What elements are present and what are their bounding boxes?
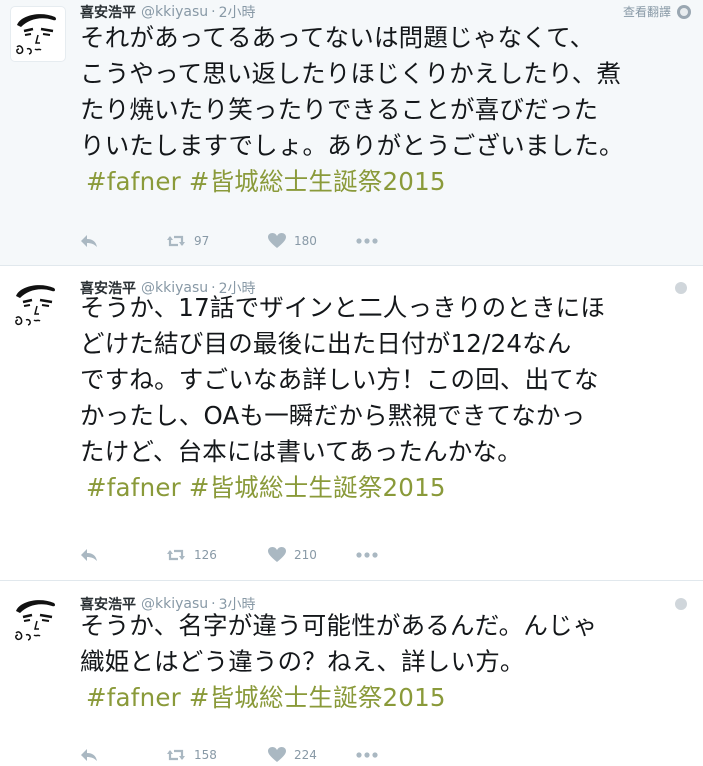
like-count: 180 bbox=[294, 234, 317, 248]
reply-icon bbox=[81, 235, 97, 247]
hashtags: #fafner #皆城総士生誕祭2015 bbox=[80, 164, 689, 200]
globe-icon bbox=[677, 4, 691, 19]
like-count: 224 bbox=[294, 748, 317, 762]
tweet-text-line: かったし、OAも一瞬だから黙視できてなかっ bbox=[80, 401, 586, 430]
hashtag-link[interactable]: #fafner bbox=[86, 473, 181, 502]
translate-button[interactable]: 查看翻譯 bbox=[623, 3, 691, 20]
like-button[interactable]: 180 bbox=[268, 233, 348, 249]
reply-button[interactable] bbox=[80, 748, 98, 762]
retweet-icon bbox=[167, 235, 185, 247]
heart-icon bbox=[268, 233, 286, 248]
retweet-button[interactable]: 158 bbox=[166, 748, 246, 762]
reply-icon bbox=[81, 549, 97, 561]
tweet[interactable]: 喜安浩平 @kkiyasu · 2小時 そうか、17話でザインと二人っきりのとき… bbox=[0, 266, 703, 581]
more-button[interactable] bbox=[356, 238, 378, 244]
more-button[interactable] bbox=[356, 752, 378, 758]
retweet-icon bbox=[167, 549, 185, 561]
like-count: 210 bbox=[294, 548, 317, 562]
tweet[interactable]: 喜安浩平 @kkiyasu · 2小時 查看翻譯 それがあってるあってないは問題… bbox=[0, 0, 703, 266]
heart-icon bbox=[268, 747, 286, 762]
hashtag-link[interactable]: #fafner bbox=[86, 167, 181, 196]
tweet-text-line: こうやって思い返したりほじくりかえしたり、煮 bbox=[80, 59, 622, 88]
tweet-text: それがあってるあってないは問題じゃなくて、 こうやって思い返したりほじくりかえし… bbox=[80, 20, 689, 200]
retweet-button[interactable]: 126 bbox=[166, 548, 246, 562]
tweet-text: そうか、名字が違う可能性があるんだ。んじゃ 織姫とはどう違うの？ねえ、詳しい方。… bbox=[80, 608, 689, 716]
retweet-count: 126 bbox=[194, 548, 217, 562]
avatar[interactable] bbox=[10, 6, 66, 62]
retweet-icon bbox=[167, 749, 185, 761]
hashtag-link[interactable]: #fafner bbox=[86, 683, 181, 712]
retweet-count: 97 bbox=[194, 234, 210, 248]
author-name[interactable]: 喜安浩平 bbox=[80, 2, 136, 22]
translate-label[interactable]: 查看翻譯 bbox=[623, 3, 671, 20]
reply-icon bbox=[81, 749, 97, 761]
reply-button[interactable] bbox=[80, 234, 98, 248]
tweet-text: そうか、17話でザインと二人っきりのときにほ どけた結び目の最後に出た日付が12… bbox=[80, 290, 689, 506]
timestamp[interactable]: 2小時 bbox=[219, 2, 256, 22]
tweet-header: 喜安浩平 @kkiyasu · 2小時 bbox=[80, 2, 703, 22]
hashtags: #fafner #皆城総士生誕祭2015 bbox=[80, 470, 689, 506]
hashtag-link[interactable]: #皆城総士生誕祭2015 bbox=[189, 683, 446, 712]
more-icon bbox=[356, 552, 378, 558]
tweet-text-line: たり焼いたり笑ったりできることが喜びだった bbox=[80, 95, 599, 124]
tweet-actions: 126 210 bbox=[80, 544, 418, 566]
tweet-text-line: それがあってるあってないは問題じゃなくて、 bbox=[80, 23, 595, 52]
tweet-actions: 97 180 bbox=[80, 230, 418, 252]
tweet-text-line: たけど、台本には書いてあったんかな。 bbox=[80, 437, 522, 466]
avatar-drawing bbox=[16, 14, 57, 55]
like-button[interactable]: 224 bbox=[268, 747, 348, 763]
more-button[interactable] bbox=[356, 552, 378, 558]
like-button[interactable]: 210 bbox=[268, 547, 348, 563]
tweet-text-line: どけた結び目の最後に出た日付が12/24なん bbox=[80, 329, 572, 358]
tweet[interactable]: 喜安浩平 @kkiyasu · 3小時 そうか、名字が違う可能性があるんだ。んじ… bbox=[0, 581, 703, 763]
hashtag-link[interactable]: #皆城総士生誕祭2015 bbox=[189, 167, 446, 196]
avatar-drawing bbox=[15, 285, 56, 326]
tweet-text-line: りいたしますでしょ。ありがとうございました。 bbox=[80, 131, 624, 160]
avatar[interactable] bbox=[10, 278, 66, 334]
separator: · bbox=[211, 4, 216, 20]
author-username[interactable]: @kkiyasu bbox=[141, 4, 208, 20]
tweet-text-line: ですね。すごいなあ詳しい方！この回、出てな bbox=[80, 365, 599, 394]
heart-icon bbox=[268, 547, 286, 562]
tweet-text-line: 織姫とはどう違うの？ねえ、詳しい方。 bbox=[80, 647, 525, 676]
hashtags: #fafner #皆城総士生誕祭2015 bbox=[80, 680, 689, 716]
more-icon bbox=[356, 752, 378, 758]
reply-button[interactable] bbox=[80, 548, 98, 562]
retweet-button[interactable]: 97 bbox=[166, 234, 246, 248]
avatar[interactable] bbox=[10, 593, 66, 649]
tweet-text-line: そうか、名字が違う可能性があるんだ。んじゃ bbox=[80, 611, 598, 640]
retweet-count: 158 bbox=[194, 748, 217, 762]
tweet-text-line: そうか、17話でザインと二人っきりのときにほ bbox=[80, 293, 606, 322]
hashtag-link[interactable]: #皆城総士生誕祭2015 bbox=[189, 473, 446, 502]
more-icon bbox=[356, 238, 378, 244]
avatar-drawing bbox=[15, 600, 56, 641]
timeline: 喜安浩平 @kkiyasu · 2小時 查看翻譯 それがあってるあってないは問題… bbox=[0, 0, 703, 763]
